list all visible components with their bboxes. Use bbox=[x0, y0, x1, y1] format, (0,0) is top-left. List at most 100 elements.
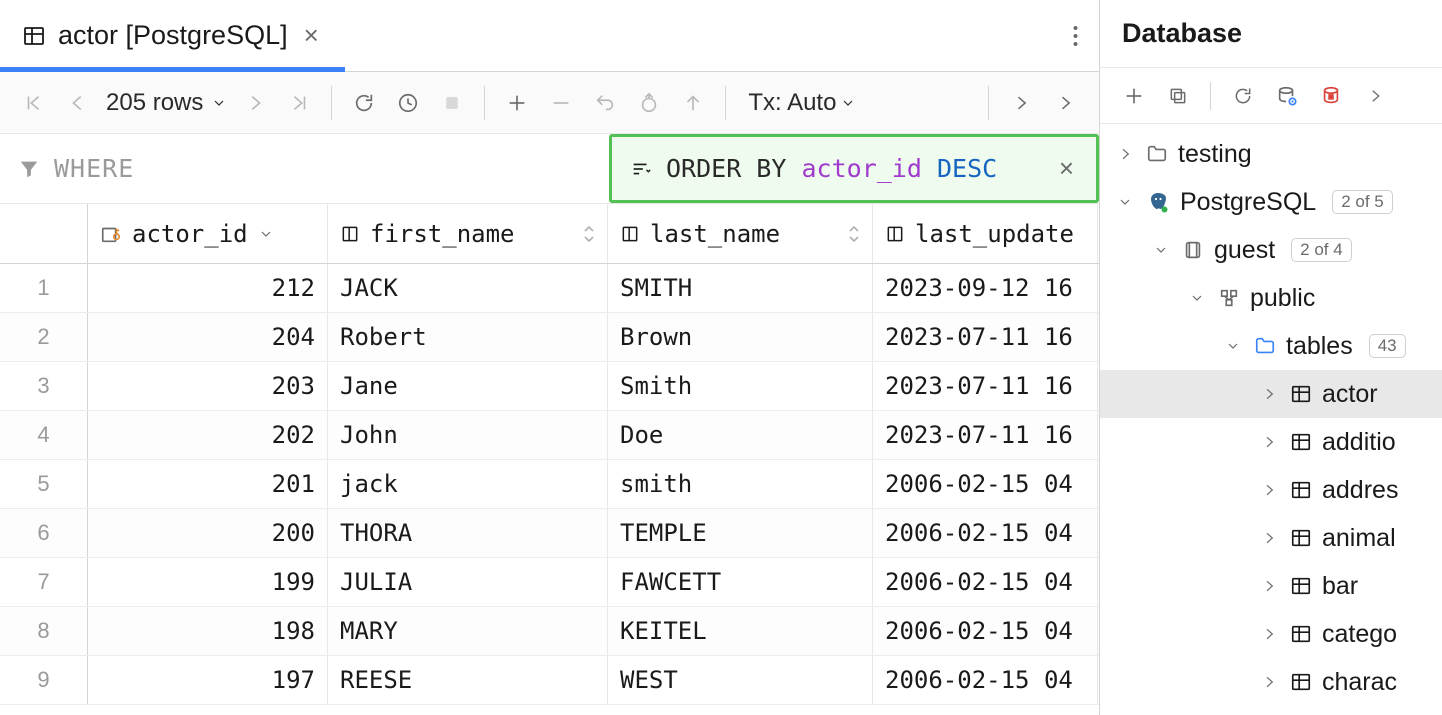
chevron-down-icon[interactable] bbox=[1222, 338, 1244, 354]
chevron-right-icon[interactable] bbox=[1258, 386, 1280, 402]
cell-actor-id[interactable]: 198 bbox=[88, 607, 328, 655]
reload-icon[interactable] bbox=[342, 81, 386, 125]
table-row[interactable]: 7199JULIAFAWCETT2006-02-15 04 bbox=[0, 558, 1099, 607]
tree-item[interactable]: addres bbox=[1100, 466, 1442, 514]
cell-actor-id[interactable]: 199 bbox=[88, 558, 328, 606]
row-number: 4 bbox=[0, 411, 88, 459]
cell-first-name[interactable]: REESE bbox=[328, 656, 608, 704]
cell-last-name[interactable]: SMITH bbox=[608, 264, 873, 312]
chevron-down-icon[interactable] bbox=[1150, 242, 1172, 258]
where-label: WHERE bbox=[54, 154, 134, 183]
database-icon bbox=[1182, 239, 1204, 261]
tree-label: additio bbox=[1322, 428, 1396, 457]
table-row[interactable]: 8198MARYKEITEL2006-02-15 04 bbox=[0, 607, 1099, 656]
tree-item[interactable]: tables43 bbox=[1100, 322, 1442, 370]
cell-actor-id[interactable]: 202 bbox=[88, 411, 328, 459]
where-filter[interactable]: WHERE bbox=[0, 134, 609, 203]
cell-last-name[interactable]: Brown bbox=[608, 313, 873, 361]
chevron-right-icon[interactable] bbox=[1258, 578, 1280, 594]
column-header-actor-id[interactable]: actor_id bbox=[88, 204, 328, 263]
cell-first-name[interactable]: John bbox=[328, 411, 608, 459]
chevron-right-icon[interactable] bbox=[1258, 482, 1280, 498]
refresh-icon[interactable] bbox=[1223, 76, 1263, 116]
cell-last-name[interactable]: Smith bbox=[608, 362, 873, 410]
cell-last-name[interactable]: KEITEL bbox=[608, 607, 873, 655]
chevron-right-icon[interactable] bbox=[1258, 530, 1280, 546]
tree-item[interactable]: actor bbox=[1100, 370, 1442, 418]
cell-first-name[interactable]: JULIA bbox=[328, 558, 608, 606]
tree-item[interactable]: charac bbox=[1100, 658, 1442, 706]
tree-item[interactable]: bar bbox=[1100, 562, 1442, 610]
datasource-settings-icon[interactable] bbox=[1267, 76, 1307, 116]
cell-first-name[interactable]: jack bbox=[328, 460, 608, 508]
cell-last-name[interactable]: TEMPLE bbox=[608, 509, 873, 557]
table-row[interactable]: 6200THORATEMPLE2006-02-15 04 bbox=[0, 509, 1099, 558]
column-header-first-name[interactable]: first_name bbox=[328, 204, 608, 263]
more-tools-icon[interactable] bbox=[1355, 76, 1395, 116]
clear-order-icon[interactable]: × bbox=[1055, 153, 1078, 184]
result-grid: actor_id first_name last_name bbox=[0, 204, 1099, 715]
toolbar-expand-prev-icon[interactable] bbox=[999, 81, 1043, 125]
cell-actor-id[interactable]: 200 bbox=[88, 509, 328, 557]
chevron-down-icon[interactable] bbox=[1186, 290, 1208, 306]
cell-last-update[interactable]: 2023-07-11 16 bbox=[873, 411, 1098, 459]
table-row[interactable]: 1212JACKSMITH2023-09-12 16 bbox=[0, 264, 1099, 313]
cell-first-name[interactable]: Robert bbox=[328, 313, 608, 361]
cell-last-name[interactable]: WEST bbox=[608, 656, 873, 704]
tree-item[interactable]: catego bbox=[1100, 610, 1442, 658]
tree-item[interactable]: guest2 of 4 bbox=[1100, 226, 1442, 274]
clock-icon[interactable] bbox=[386, 81, 430, 125]
cell-actor-id[interactable]: 197 bbox=[88, 656, 328, 704]
cell-first-name[interactable]: MARY bbox=[328, 607, 608, 655]
tab-actor[interactable]: actor [PostgreSQL] × bbox=[0, 0, 345, 71]
chevron-right-icon[interactable] bbox=[1258, 626, 1280, 642]
chevron-down-icon[interactable] bbox=[1114, 194, 1136, 210]
table-row[interactable]: 4202JohnDoe2023-07-11 16 bbox=[0, 411, 1099, 460]
tx-mode-dropdown[interactable]: Tx: Auto bbox=[736, 89, 868, 117]
tree-item[interactable]: additio bbox=[1100, 418, 1442, 466]
cell-actor-id[interactable]: 203 bbox=[88, 362, 328, 410]
rows-dropdown[interactable]: 205 rows bbox=[100, 89, 233, 117]
count-badge: 2 of 4 bbox=[1291, 238, 1352, 262]
tab-close-icon[interactable]: × bbox=[300, 20, 323, 51]
schema-icon bbox=[1218, 287, 1240, 309]
row-number-header bbox=[0, 204, 88, 263]
cell-last-update[interactable]: 2023-09-12 16 bbox=[873, 264, 1098, 312]
cell-actor-id[interactable]: 201 bbox=[88, 460, 328, 508]
add-row-icon[interactable] bbox=[495, 81, 539, 125]
cell-actor-id[interactable]: 212 bbox=[88, 264, 328, 312]
cell-first-name[interactable]: THORA bbox=[328, 509, 608, 557]
table-row[interactable]: 3203JaneSmith2023-07-11 16 bbox=[0, 362, 1099, 411]
cell-last-update[interactable]: 2006-02-15 04 bbox=[873, 558, 1098, 606]
chevron-right-icon[interactable] bbox=[1114, 146, 1136, 162]
table-row[interactable]: 2204RobertBrown2023-07-11 16 bbox=[0, 313, 1099, 362]
table-row[interactable]: 5201jacksmith2006-02-15 04 bbox=[0, 460, 1099, 509]
cell-last-name[interactable]: Doe bbox=[608, 411, 873, 459]
tab-more-button[interactable] bbox=[1051, 0, 1099, 71]
tree-item[interactable]: public bbox=[1100, 274, 1442, 322]
tree-item[interactable]: animal bbox=[1100, 514, 1442, 562]
add-datasource-icon[interactable] bbox=[1114, 76, 1154, 116]
copy-icon[interactable] bbox=[1158, 76, 1198, 116]
table-row[interactable]: 9197REESEWEST2006-02-15 04 bbox=[0, 656, 1099, 705]
cell-last-name[interactable]: smith bbox=[608, 460, 873, 508]
cell-last-name[interactable]: FAWCETT bbox=[608, 558, 873, 606]
cell-last-update[interactable]: 2006-02-15 04 bbox=[873, 656, 1098, 704]
chevron-right-icon[interactable] bbox=[1258, 674, 1280, 690]
toolbar-expand-next-icon[interactable] bbox=[1043, 81, 1087, 125]
cell-last-update[interactable]: 2006-02-15 04 bbox=[873, 607, 1098, 655]
order-by-filter[interactable]: ORDER BY actor_id DESC × bbox=[609, 134, 1099, 203]
cell-last-update[interactable]: 2023-07-11 16 bbox=[873, 362, 1098, 410]
column-header-last-update[interactable]: last_update bbox=[873, 204, 1098, 263]
tree-item[interactable]: testing bbox=[1100, 130, 1442, 178]
cell-last-update[interactable]: 2023-07-11 16 bbox=[873, 313, 1098, 361]
cell-actor-id[interactable]: 204 bbox=[88, 313, 328, 361]
column-header-last-name[interactable]: last_name bbox=[608, 204, 873, 263]
cell-last-update[interactable]: 2006-02-15 04 bbox=[873, 460, 1098, 508]
cell-first-name[interactable]: Jane bbox=[328, 362, 608, 410]
chevron-right-icon[interactable] bbox=[1258, 434, 1280, 450]
cell-last-update[interactable]: 2006-02-15 04 bbox=[873, 509, 1098, 557]
stop-connection-icon[interactable] bbox=[1311, 76, 1351, 116]
cell-first-name[interactable]: JACK bbox=[328, 264, 608, 312]
tree-item[interactable]: PostgreSQL2 of 5 bbox=[1100, 178, 1442, 226]
